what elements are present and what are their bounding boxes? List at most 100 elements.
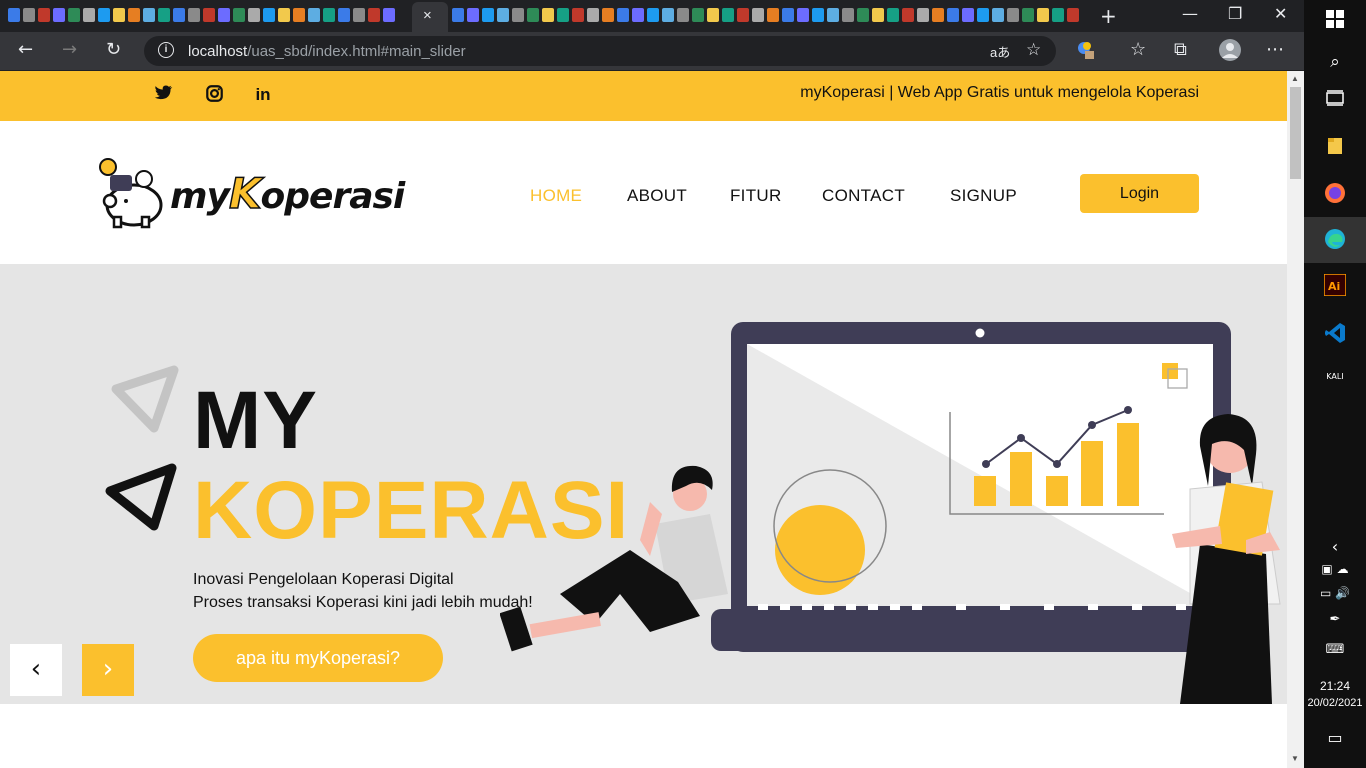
tab-favicon[interactable] (872, 8, 884, 22)
tab-favicon[interactable] (812, 8, 824, 22)
clock-date[interactable]: 20/02/2021 (1304, 697, 1366, 709)
site-info-icon[interactable]: i (158, 42, 174, 58)
page-scrollbar[interactable]: ▲ ▼ (1287, 71, 1304, 768)
minimize-button[interactable]: — (1182, 4, 1198, 23)
collections-icon[interactable]: ⧉ (1174, 40, 1187, 60)
restore-button[interactable]: ❐ (1228, 4, 1242, 23)
tab-favicon[interactable] (353, 8, 365, 22)
illustrator-icon[interactable]: Ai (1304, 273, 1366, 300)
kali-icon[interactable]: KALI (1304, 372, 1366, 381)
tab-favicon[interactable] (218, 8, 230, 22)
tab-favicon[interactable] (587, 8, 599, 22)
task-view-icon[interactable] (1304, 90, 1366, 110)
tab-favicon[interactable] (1007, 8, 1019, 22)
active-tab[interactable]: × (412, 2, 448, 32)
close-window-button[interactable]: ✕ (1274, 4, 1287, 23)
windows-start-icon[interactable] (1304, 10, 1366, 32)
tab-favicon[interactable] (737, 8, 749, 22)
tray-icons[interactable]: ▣ ☁ (1304, 562, 1366, 576)
tab-favicon[interactable] (917, 8, 929, 22)
tab-favicon[interactable] (707, 8, 719, 22)
firefox-icon[interactable] (1304, 182, 1366, 208)
tab-favicon[interactable] (83, 8, 95, 22)
tab-favicon[interactable] (1052, 8, 1064, 22)
tab-favicon[interactable] (632, 8, 644, 22)
forward-button[interactable]: → (62, 40, 77, 60)
battery-volume-icons[interactable]: ▭ 🔊 (1304, 586, 1366, 600)
menu-button[interactable]: ⋯ (1266, 40, 1284, 60)
clock-time[interactable]: 21:24 (1304, 679, 1366, 693)
address-bar[interactable]: i localhost/uas_sbd/index.html#main_slid… (144, 36, 1056, 66)
extension-icon[interactable] (1076, 40, 1096, 65)
slider-next-button[interactable]: › (82, 644, 134, 696)
tab-favicon[interactable] (98, 8, 110, 22)
tab-favicon[interactable] (767, 8, 779, 22)
linkedin-icon[interactable]: in (253, 85, 273, 105)
tab-favicon[interactable] (263, 8, 275, 22)
back-button[interactable]: ← (18, 40, 33, 60)
tab-favicon[interactable] (113, 8, 125, 22)
notification-icon[interactable]: ▭ (1304, 728, 1366, 747)
tab-favicon[interactable] (38, 8, 50, 22)
tab-favicon[interactable] (203, 8, 215, 22)
nav-about[interactable]: ABOUT (627, 186, 687, 206)
tab-favicon[interactable] (293, 8, 305, 22)
tab-favicon[interactable] (842, 8, 854, 22)
tab-favicon[interactable] (902, 8, 914, 22)
tab-favicon[interactable] (782, 8, 794, 22)
tab-favicon[interactable] (947, 8, 959, 22)
scroll-down-arrow-icon[interactable]: ▼ (1291, 754, 1299, 763)
tab-favicon[interactable] (158, 8, 170, 22)
tab-favicon[interactable] (527, 8, 539, 22)
search-icon[interactable]: ⌕ (1304, 52, 1366, 72)
slider-prev-button[interactable]: ‹ (10, 644, 62, 696)
twitter-icon[interactable] (154, 85, 174, 105)
tab-favicon[interactable] (248, 8, 260, 22)
tab-favicon[interactable] (512, 8, 524, 22)
tab-favicon[interactable] (452, 8, 464, 22)
tab-favicon[interactable] (602, 8, 614, 22)
tab-favicon[interactable] (1037, 8, 1049, 22)
nav-home[interactable]: HOME (530, 186, 582, 206)
tab-favicon[interactable] (23, 8, 35, 22)
close-tab-icon[interactable]: × (423, 7, 432, 24)
tab-favicon[interactable] (497, 8, 509, 22)
keyboard-icon[interactable]: ⌨ (1304, 642, 1366, 657)
add-favorite-icon[interactable]: ☆ (1026, 40, 1041, 60)
tab-favicon[interactable] (647, 8, 659, 22)
tab-favicon[interactable] (932, 8, 944, 22)
vscode-icon[interactable] (1304, 322, 1366, 348)
tab-favicon[interactable] (383, 8, 395, 22)
tab-favicon[interactable] (68, 8, 80, 22)
tab-favicon[interactable] (887, 8, 899, 22)
tab-favicon[interactable] (188, 8, 200, 22)
tab-favicon[interactable] (8, 8, 20, 22)
favorites-icon[interactable]: ☆ (1130, 40, 1146, 60)
tab-favicon[interactable] (827, 8, 839, 22)
tab-favicon[interactable] (1022, 8, 1034, 22)
tab-favicon[interactable] (857, 8, 869, 22)
instagram-icon[interactable] (204, 85, 224, 105)
chevron-left-icon[interactable]: ‹ (1304, 537, 1366, 556)
nav-fitur[interactable]: FITUR (730, 186, 782, 206)
read-aloud-icon[interactable]: aあ (990, 42, 1010, 61)
piggy-bank-logo-icon[interactable] (98, 157, 168, 229)
logo-wordmark[interactable]: myKoperasi (170, 168, 405, 219)
tab-favicon[interactable] (338, 8, 350, 22)
tab-favicon[interactable] (662, 8, 674, 22)
tab-favicon[interactable] (278, 8, 290, 22)
tab-favicon[interactable] (308, 8, 320, 22)
tab-favicon[interactable] (962, 8, 974, 22)
tab-favicon[interactable] (323, 8, 335, 22)
profile-avatar[interactable] (1218, 38, 1242, 67)
tab-favicon[interactable] (557, 8, 569, 22)
cta-button[interactable]: apa itu myKoperasi? (193, 634, 443, 682)
scrollbar-thumb[interactable] (1290, 87, 1301, 179)
tab-favicon[interactable] (143, 8, 155, 22)
tab-favicon[interactable] (233, 8, 245, 22)
tab-favicon[interactable] (482, 8, 494, 22)
tab-favicon[interactable] (368, 8, 380, 22)
scroll-up-arrow-icon[interactable]: ▲ (1291, 74, 1299, 83)
nav-contact[interactable]: CONTACT (822, 186, 905, 206)
tab-favicon[interactable] (617, 8, 629, 22)
